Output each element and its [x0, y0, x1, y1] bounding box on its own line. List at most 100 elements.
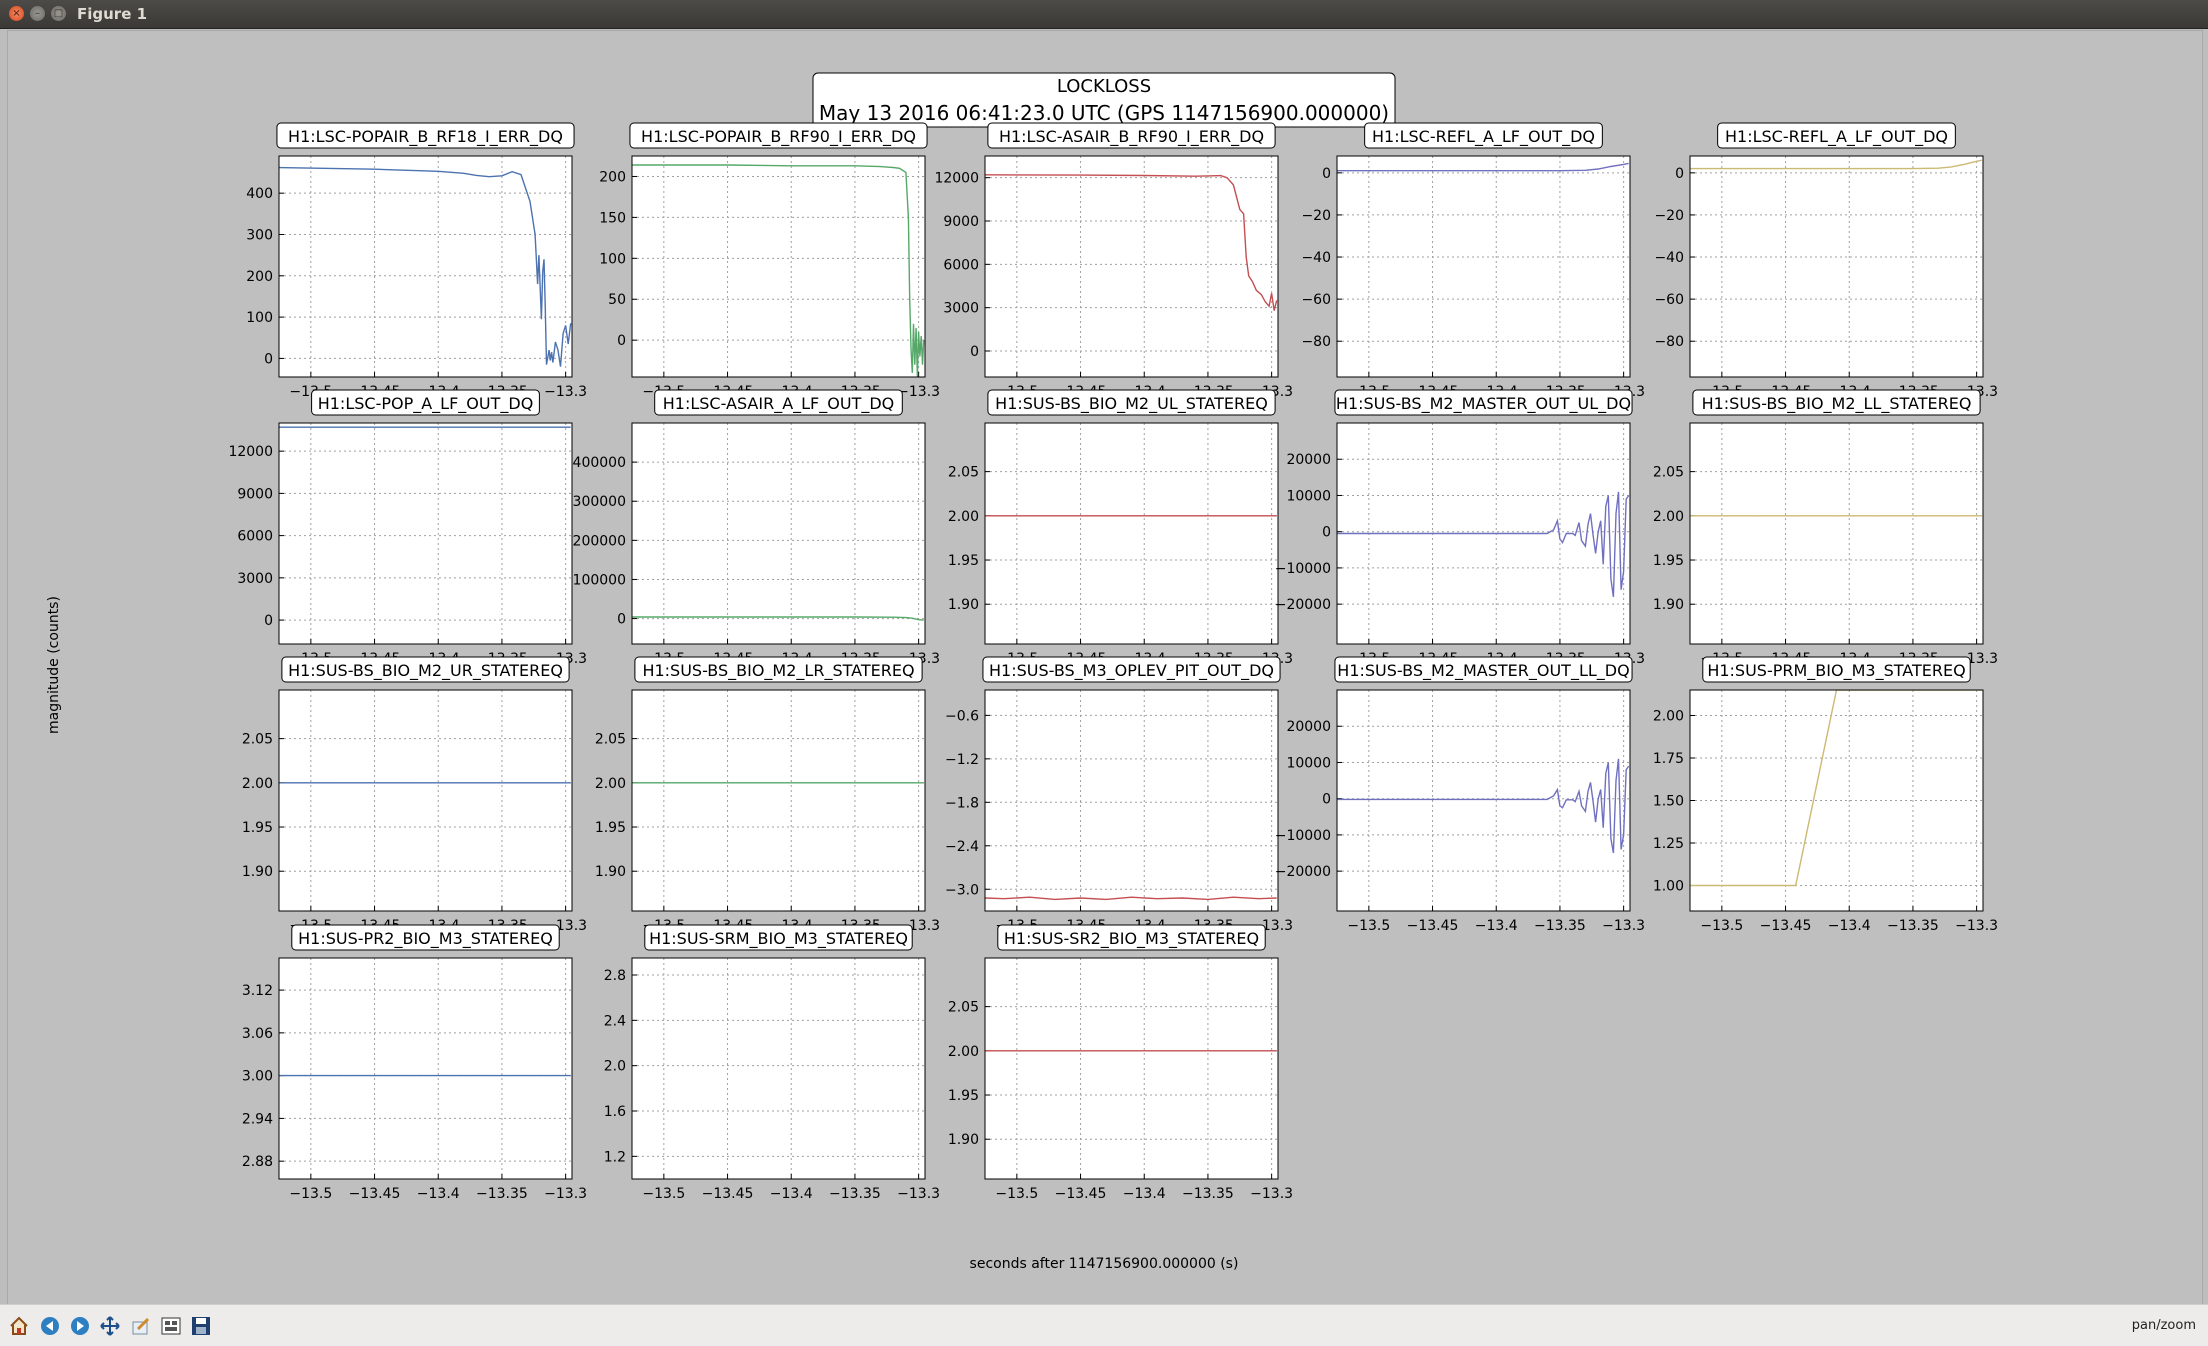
axes-background	[1690, 156, 1983, 377]
y-tick-label: 2.88	[242, 1154, 273, 1170]
x-tick-label: −13.3	[544, 1186, 587, 1202]
y-tick-label: 400000	[573, 455, 626, 471]
chart-title: LOCKLOSS	[1057, 76, 1151, 97]
y-tick-label: 2.05	[948, 465, 979, 481]
home-icon[interactable]	[6, 1313, 32, 1339]
axes-background	[1337, 156, 1630, 377]
y-tick-label: −60	[1654, 292, 1684, 308]
x-tick-label: −13.4	[417, 1186, 460, 1202]
y-tick-label: 1.90	[595, 864, 626, 880]
y-tick-label: 1.25	[1653, 836, 1684, 852]
axes-background	[279, 423, 572, 644]
subplot-panel: −13.5−13.45−13.4−13.35−13.3−20000−100000…	[1275, 389, 1645, 667]
y-tick-label: 2.00	[1653, 509, 1684, 525]
subplot-panel: −13.5−13.45−13.4−13.35−13.31.901.952.002…	[948, 924, 1293, 1202]
y-tick-label: 9000	[943, 214, 979, 230]
y-tick-label: −40	[1301, 250, 1331, 266]
subplot-panel: −13.5−13.45−13.4−13.35−13.30−20−40−60−80…	[1301, 122, 1645, 400]
toolbar: pan/zoom	[0, 1304, 2208, 1346]
x-tick-label: −13.3	[1250, 1186, 1293, 1202]
y-tick-label: 2.0	[604, 1059, 626, 1075]
zoom-icon[interactable]	[128, 1313, 154, 1339]
y-tick-label: −20000	[1275, 597, 1331, 613]
y-tick-label: 6000	[237, 529, 273, 545]
y-tick-label: 200	[246, 269, 273, 285]
x-tick-label: −13.35	[476, 1186, 528, 1202]
subplot-panel: −13.5−13.45−13.4−13.35−13.30−20−40−60−80…	[1654, 122, 1998, 400]
x-tick-label: −13.5	[642, 1186, 685, 1202]
y-tick-label: 400	[246, 186, 273, 202]
y-tick-label: 300	[246, 227, 273, 243]
subplot-title: H1:LSC-REFL_A_LF_OUT_DQ	[1725, 127, 1948, 147]
y-tick-label: 1.95	[595, 820, 626, 836]
subplot-panel: −13.5−13.45−13.4−13.35−13.31.901.952.002…	[242, 656, 587, 934]
y-tick-label: 100000	[573, 572, 626, 588]
y-tick-label: 9000	[237, 486, 273, 502]
subplot-title: H1:SUS-BS_BIO_M2_LR_STATEREQ	[642, 661, 914, 681]
y-tick-label: 2.05	[1653, 465, 1684, 481]
y-tick-label: 150	[599, 210, 626, 226]
subplot-title: H1:SUS-SR2_BIO_M3_STATEREQ	[1004, 929, 1259, 949]
subplot-panel: −13.5−13.45−13.4−13.35−13.31.901.952.002…	[595, 656, 940, 934]
x-tick-label: −13.4	[1123, 1186, 1166, 1202]
y-tick-label: 12000	[228, 444, 273, 460]
y-tick-label: −20000	[1275, 864, 1331, 880]
y-tick-label: 10000	[1286, 755, 1331, 771]
y-tick-label: 0	[264, 351, 273, 367]
y-tick-label: 100	[246, 310, 273, 326]
axes-background	[279, 156, 572, 377]
y-tick-label: −10000	[1275, 561, 1331, 577]
y-tick-label: 2.00	[948, 509, 979, 525]
subplot-panel: −13.5 −13.45 −13.4 −13.35 −13.3 2.88 2.94 3.00 3…	[242, 924, 587, 1202]
y-tick-label: 2.05	[948, 1000, 979, 1016]
y-tick-label: 2.4	[604, 1013, 626, 1029]
subplot-panel: −13.5−13.45−13.4−13.35−13.30300060009000…	[934, 122, 1293, 400]
subplot-title: H1:SUS-BS_M2_MASTER_OUT_LL_DQ	[1337, 661, 1629, 681]
y-tick-label: 0	[1322, 792, 1331, 808]
subplot-panel: −13.5 −13.45 −13.4 −13.35 −13.3 1.00 1.25 1.50 1…	[1653, 656, 1998, 934]
subplots-icon[interactable]	[158, 1313, 184, 1339]
save-icon[interactable]	[188, 1313, 214, 1339]
subplot-title: H1:SUS-PRM_BIO_M3_STATEREQ	[1707, 661, 1965, 681]
axes-background	[632, 423, 925, 644]
y-tick-label: 0	[617, 333, 626, 349]
y-tick-label: −1.2	[945, 752, 979, 768]
y-tick-label: 100	[599, 251, 626, 267]
x-tick-label: −13.35	[829, 1186, 881, 1202]
subplot-title: H1:SUS-BS_M3_OPLEV_PIT_OUT_DQ	[989, 661, 1274, 681]
subplot-panel: −13.5−13.45−13.4−13.35−13.31.901.952.002…	[948, 389, 1293, 667]
subplot-panel: −13.5−13.45−13.4−13.35−13.30100200300400…	[246, 122, 587, 400]
subplot-panel: −13.5−13.45−13.4−13.35−13.30100000200000…	[573, 389, 940, 667]
suptitle-box: LOCKLOSS May 13 2016 06:41:23.0 UTC (GPS…	[812, 72, 1396, 128]
subplot-title: H1:SUS-BS_BIO_M2_UL_STATEREQ	[995, 394, 1268, 414]
subplot-title: H1:SUS-BS_BIO_M2_LL_STATEREQ	[1702, 394, 1972, 414]
x-tick-label: −13.3	[897, 1186, 940, 1202]
axes-background	[985, 423, 1278, 644]
x-tick-label: −13.3	[1602, 918, 1645, 934]
axes-background	[632, 156, 925, 377]
subplot-title: H1:LSC-ASAIR_A_LF_OUT_DQ	[663, 394, 895, 414]
forward-arrow-icon[interactable]	[67, 1313, 93, 1339]
y-tick-label: 0	[1675, 166, 1684, 182]
x-tick-label: −13.5	[1700, 918, 1743, 934]
y-tick-label: 200000	[573, 533, 626, 549]
subplot-panel: −13.5−13.45−13.4−13.35−13.3−0.6−1.2−1.8−…	[945, 656, 1293, 934]
y-tick-label: −0.6	[945, 708, 979, 724]
y-tick-label: 3.00	[242, 1069, 273, 1085]
x-axis-label: seconds after 1147156900.000000 (s)	[970, 1256, 1239, 1272]
back-arrow-icon[interactable]	[37, 1313, 63, 1339]
subplot-panel: −13.5−13.45−13.4−13.35−13.3050100150200H…	[599, 122, 940, 400]
y-tick-label: −3.0	[945, 882, 979, 898]
y-tick-label: 6000	[943, 257, 979, 273]
y-tick-label: 1.95	[948, 553, 979, 569]
x-tick-label: −13.45	[349, 1186, 401, 1202]
y-tick-label: 10000	[1286, 488, 1331, 504]
y-tick-label: 2.94	[242, 1111, 273, 1127]
subplot-panel: −13.5−13.45−13.4−13.35−13.31.901.952.002…	[1653, 389, 1998, 667]
pan-icon[interactable]	[97, 1313, 123, 1339]
y-tick-label: 2.00	[948, 1044, 979, 1060]
subplot-title: H1:SUS-BS_M2_MASTER_OUT_UL_DQ	[1336, 394, 1631, 414]
y-tick-label: −60	[1301, 292, 1331, 308]
y-tick-label: −10000	[1275, 828, 1331, 844]
y-tick-label: −20	[1654, 208, 1684, 224]
